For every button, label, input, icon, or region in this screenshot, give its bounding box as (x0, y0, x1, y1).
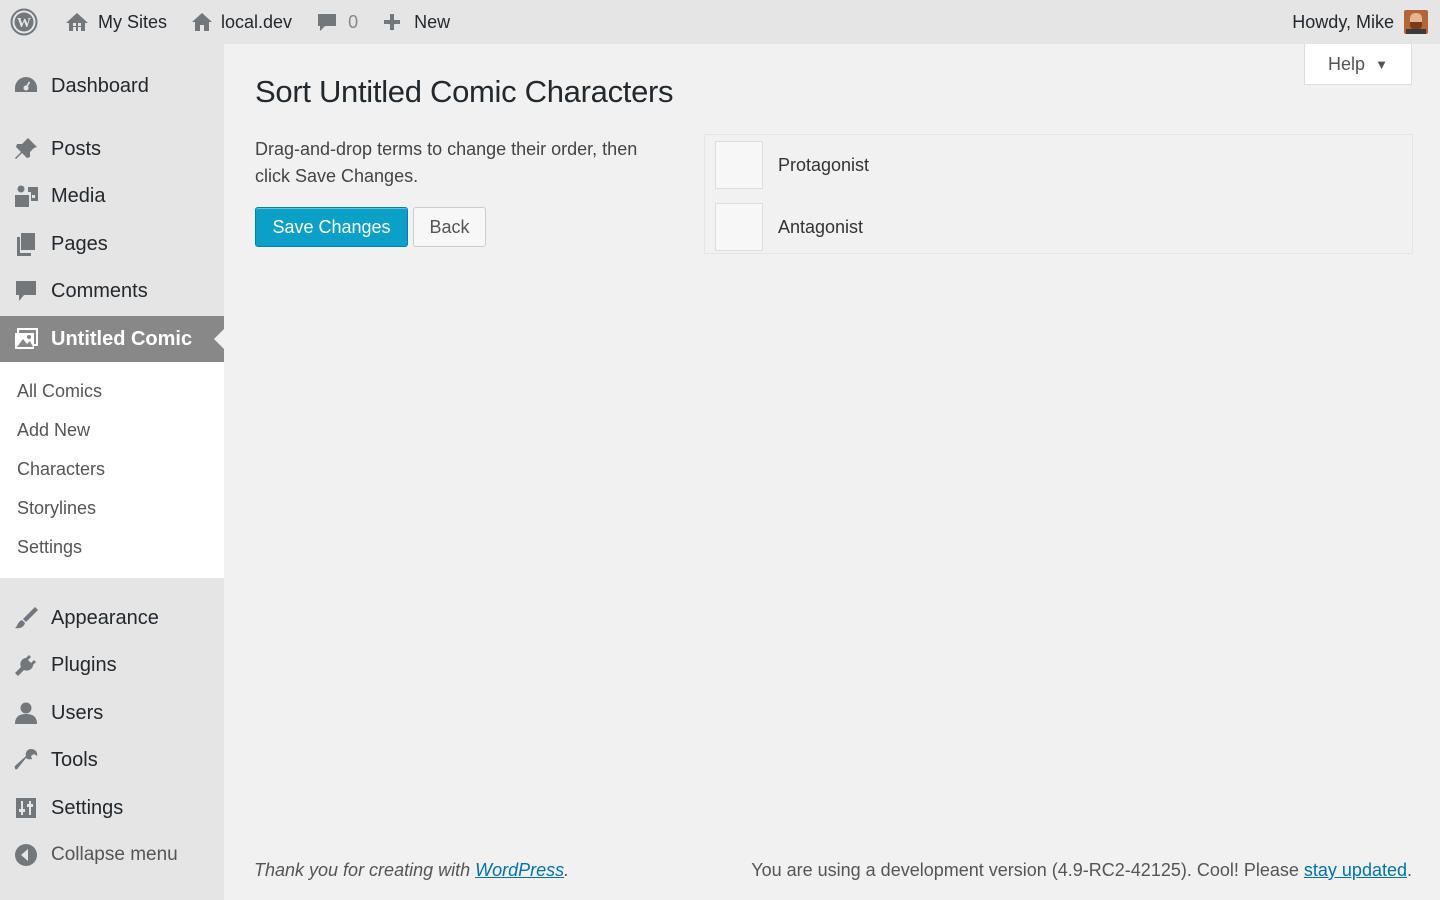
my-sites-menu[interactable]: My Sites (50, 0, 179, 44)
submenu-item-settings[interactable]: Settings (0, 528, 224, 567)
comment-icon (318, 14, 337, 31)
menu-label: Pages (51, 232, 108, 255)
menu-item-tools[interactable]: Tools (0, 737, 224, 783)
site-name-label: local.dev (221, 11, 293, 32)
menu-label: Appearance (51, 606, 159, 629)
submenu-item-all-comics[interactable]: All Comics (0, 372, 224, 411)
wordpress-link[interactable]: WordPress (475, 860, 564, 880)
sortable-terms-list: Protagonist Antagonist (704, 134, 1413, 254)
comment-icon (13, 278, 39, 304)
term-name: Protagonist (778, 154, 870, 175)
new-label: New (414, 11, 451, 32)
footer-version: You are using a development version (4.9… (751, 860, 1412, 881)
stay-updated-link[interactable]: stay updated (1304, 860, 1407, 880)
untitled-comic-submenu: All Comics Add New Characters Storylines… (0, 362, 224, 578)
new-content-menu[interactable]: New (370, 0, 462, 44)
menu-item-pages[interactable]: Pages (0, 221, 224, 267)
collapse-arrow-icon (13, 842, 39, 868)
help-label: Help (1328, 53, 1366, 74)
pages-icon (13, 231, 39, 257)
caret-down-icon: ▼ (1375, 56, 1388, 72)
menu-item-media[interactable]: Media (0, 173, 224, 219)
avatar (1404, 10, 1428, 34)
menu-label: Untitled Comic (51, 327, 193, 350)
help-tab-button[interactable]: Help ▼ (1304, 44, 1412, 85)
admin-menu: Dashboard Posts Media Pages Comments Unt… (0, 44, 224, 900)
drag-handle[interactable] (715, 203, 763, 251)
collapse-label: Collapse menu (51, 844, 178, 865)
admin-bar: W My Sites local.dev 0 New Howdy, Mike (0, 0, 1440, 44)
menu-item-comments[interactable]: Comments (0, 268, 224, 314)
collapse-menu-button[interactable]: Collapse menu (0, 832, 224, 878)
site-name-menu[interactable]: local.dev (179, 0, 304, 44)
term-item-protagonist[interactable]: Protagonist (715, 140, 1405, 190)
menu-item-appearance[interactable]: Appearance (0, 595, 224, 641)
wordpress-logo-button[interactable]: W (0, 0, 50, 44)
dashboard-icon (13, 73, 39, 99)
menu-label: Media (51, 184, 106, 207)
howdy-label: Howdy, Mike (1292, 11, 1394, 32)
my-sites-label: My Sites (98, 11, 168, 32)
footer-thanks-prefix: Thank you for creating with (254, 860, 476, 880)
wrench-icon (13, 747, 39, 773)
my-account-menu[interactable]: Howdy, Mike (1292, 0, 1440, 44)
home-icon (192, 13, 213, 31)
term-name: Antagonist (778, 216, 864, 237)
footer-thanks-suffix: . (564, 860, 570, 880)
menu-label: Posts (51, 137, 102, 160)
footer-version-suffix: . (1406, 860, 1412, 880)
page-title: Sort Untitled Comic Characters (255, 74, 674, 109)
plus-icon (384, 14, 401, 30)
menu-item-settings[interactable]: Settings (0, 785, 224, 831)
back-button[interactable]: Back (413, 207, 486, 247)
comments-count: 0 (348, 11, 359, 32)
submenu-item-storylines[interactable]: Storylines (0, 489, 224, 528)
footer-version-prefix: You are using a development version (4.9… (751, 860, 1304, 880)
instructions-text: Drag-and-drop terms to change their orde… (255, 139, 638, 186)
menu-item-users[interactable]: Users (0, 690, 224, 736)
menu-item-dashboard[interactable]: Dashboard (0, 63, 224, 109)
footer-thanks: Thank you for creating with WordPress. (254, 860, 569, 881)
term-item-antagonist[interactable]: Antagonist (715, 202, 1405, 252)
svg-text:W: W (17, 16, 31, 31)
submenu-item-add-new[interactable]: Add New (0, 411, 224, 450)
wordpress-logo-icon: W (10, 8, 38, 36)
menu-label: Dashboard (51, 74, 149, 97)
drag-handle[interactable] (715, 141, 763, 189)
media-icon (13, 183, 39, 209)
menu-label: Comments (51, 279, 148, 302)
menu-label: Settings (51, 796, 124, 819)
comic-icon (13, 326, 39, 352)
comments-menu[interactable]: 0 (304, 0, 370, 44)
submenu-item-characters[interactable]: Characters (0, 450, 224, 489)
plugin-icon (13, 652, 39, 678)
paintbrush-icon (13, 605, 39, 631)
pushpin-icon (13, 136, 39, 162)
my-sites-icon (66, 13, 88, 31)
menu-label: Tools (51, 748, 98, 771)
settings-icon (13, 795, 39, 821)
menu-item-untitled-comic[interactable]: Untitled Comic (0, 316, 224, 362)
menu-label: Users (51, 701, 104, 724)
menu-label: Plugins (51, 653, 117, 676)
save-changes-button[interactable]: Save Changes (255, 207, 408, 247)
users-icon (13, 700, 39, 726)
menu-item-plugins[interactable]: Plugins (0, 642, 224, 688)
menu-item-posts[interactable]: Posts (0, 126, 224, 172)
